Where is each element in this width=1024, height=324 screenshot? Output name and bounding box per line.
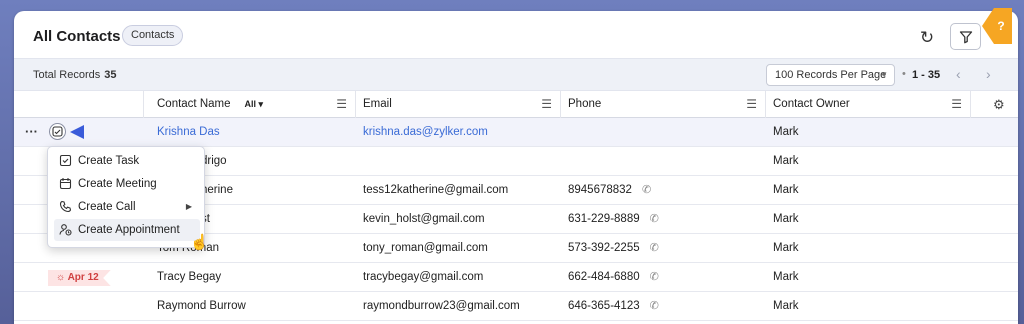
- contact-phone: 662-484-6880 ✆: [568, 263, 659, 292]
- contact-email[interactable]: raymondburrow23@gmail.com: [363, 292, 520, 321]
- name-filter-select[interactable]: All ▾: [245, 99, 264, 109]
- hand-cursor-icon: ☝: [190, 234, 209, 251]
- contact-name[interactable]: herine: [201, 176, 233, 205]
- contact-owner: Mark: [773, 213, 799, 225]
- contact-owner: Mark: [773, 242, 799, 254]
- column-menu-icon[interactable]: ☰: [951, 91, 962, 118]
- prev-page-icon[interactable]: ‹: [956, 66, 961, 82]
- phone-number: 631-229-8889: [568, 213, 640, 225]
- contact-owner: Mark: [773, 184, 799, 196]
- column-menu-icon[interactable]: ☰: [746, 91, 757, 118]
- contact-owner: Mark: [773, 300, 799, 312]
- menu-item-label: Create Meeting: [78, 178, 157, 190]
- contact-owner: Mark: [773, 155, 799, 167]
- phone-icon[interactable]: ✆: [650, 263, 659, 292]
- chevron-down-icon: ▼: [880, 70, 888, 79]
- refresh-icon[interactable]: ↻: [916, 27, 938, 49]
- contact-phone: 646-365-4123 ✆: [568, 292, 659, 321]
- contact-email[interactable]: kevin_holst@gmail.com: [363, 205, 485, 234]
- col-actions: [14, 91, 144, 118]
- contact-phone: 631-229-8889 ✆: [568, 205, 659, 234]
- phone-number: 8945678832: [568, 184, 632, 196]
- table-row[interactable]: ··· Krishna Das krishna.das@zylker.com M…: [14, 118, 1018, 147]
- page-header: All Contacts Contacts ↻: [14, 11, 1018, 58]
- phone-icon[interactable]: ✆: [650, 234, 659, 263]
- page-range: 1 - 35: [912, 69, 941, 81]
- phone-number: 573-392-2255: [568, 242, 640, 254]
- row-action-menu: Create Task Create Meeting Create Call ▶…: [47, 146, 205, 248]
- pointer-arrow-icon: [70, 125, 84, 139]
- phone-icon[interactable]: ✆: [650, 292, 659, 321]
- phone-icon: [59, 200, 72, 213]
- per-page-select[interactable]: 100 Records Per Page ▼: [766, 64, 895, 86]
- view-pill[interactable]: Contacts: [122, 25, 184, 46]
- reminder-tag[interactable]: ☼ Apr 12: [48, 270, 111, 286]
- table-header: Contact Name All ▾ ☰ Email ☰ Phone ☰ Cont…: [14, 91, 1018, 118]
- menu-create-appointment[interactable]: Create Appointment: [54, 219, 200, 241]
- contact-owner: Mark: [773, 126, 799, 138]
- menu-create-task[interactable]: Create Task: [54, 150, 200, 172]
- per-page-label: 100 Records Per Page: [775, 69, 887, 81]
- contact-name[interactable]: Krishna Das: [157, 118, 220, 147]
- col-owner[interactable]: Contact Owner ☰: [766, 91, 971, 118]
- phone-number: 646-365-4123: [568, 300, 640, 312]
- calendar-icon: [59, 178, 72, 190]
- menu-item-label: Create Call: [78, 201, 136, 213]
- total-records: Total Records 35: [33, 69, 117, 81]
- phone-icon[interactable]: ✆: [650, 205, 659, 234]
- name-filter-label: All: [244, 99, 257, 109]
- col-email-label: Email: [363, 98, 392, 110]
- chevron-right-icon: ▶: [185, 202, 192, 211]
- menu-item-label: Create Appointment: [78, 224, 180, 236]
- col-email[interactable]: Email ☰: [356, 91, 561, 118]
- filter-button[interactable]: [950, 23, 981, 50]
- col-name-label: Contact Name: [157, 98, 231, 110]
- page-title: All Contacts: [33, 28, 121, 45]
- total-label: Total Records: [33, 69, 101, 81]
- appointment-icon: [59, 224, 72, 236]
- contact-email[interactable]: tony_roman@gmail.com: [363, 234, 488, 263]
- reminder-date: Apr 12: [67, 272, 99, 283]
- menu-item-label: Create Task: [78, 155, 140, 167]
- contact-phone: 8945678832 ✆: [568, 176, 651, 205]
- table-row[interactable]: Raymond Burrow raymondburrow23@gmail.com…: [14, 292, 1018, 321]
- contact-owner: Mark: [773, 271, 799, 283]
- separator-dot: •: [902, 68, 906, 80]
- more-options-icon[interactable]: ···: [25, 118, 38, 145]
- contact-email[interactable]: tess12katherine@gmail.com: [363, 176, 508, 205]
- contact-phone: 573-392-2255 ✆: [568, 234, 659, 263]
- column-menu-icon[interactable]: ☰: [541, 91, 552, 118]
- column-settings-icon[interactable]: ⚙: [993, 91, 1005, 118]
- contact-name[interactable]: Raymond Burrow: [157, 292, 246, 321]
- records-toolbar: Total Records 35 100 Records Per Page ▼ •…: [14, 58, 1018, 91]
- phone-icon[interactable]: ✆: [642, 176, 651, 205]
- filter-icon: [959, 30, 972, 43]
- menu-create-call[interactable]: Create Call ▶: [54, 196, 200, 218]
- activity-action-icon[interactable]: [49, 123, 66, 140]
- contact-email[interactable]: krishna.das@zylker.com: [363, 118, 488, 147]
- menu-create-meeting[interactable]: Create Meeting: [54, 173, 200, 195]
- contact-email[interactable]: tracybegay@gmail.com: [363, 263, 483, 292]
- col-phone-label: Phone: [568, 98, 602, 110]
- total-value: 35: [104, 69, 117, 81]
- contact-name[interactable]: Tracy Begay: [157, 263, 221, 292]
- next-page-icon[interactable]: ›: [986, 66, 991, 82]
- col-owner-label: Contact Owner: [773, 98, 850, 110]
- column-menu-icon[interactable]: ☰: [336, 91, 347, 118]
- col-phone[interactable]: Phone ☰: [561, 91, 766, 118]
- table-row[interactable]: ☼ Apr 12 Tracy Begay tracybegay@gmail.co…: [14, 263, 1018, 292]
- task-icon: [59, 154, 72, 167]
- col-contact-name[interactable]: Contact Name All ▾ ☰: [144, 91, 356, 118]
- phone-number: 662-484-6880: [568, 271, 640, 283]
